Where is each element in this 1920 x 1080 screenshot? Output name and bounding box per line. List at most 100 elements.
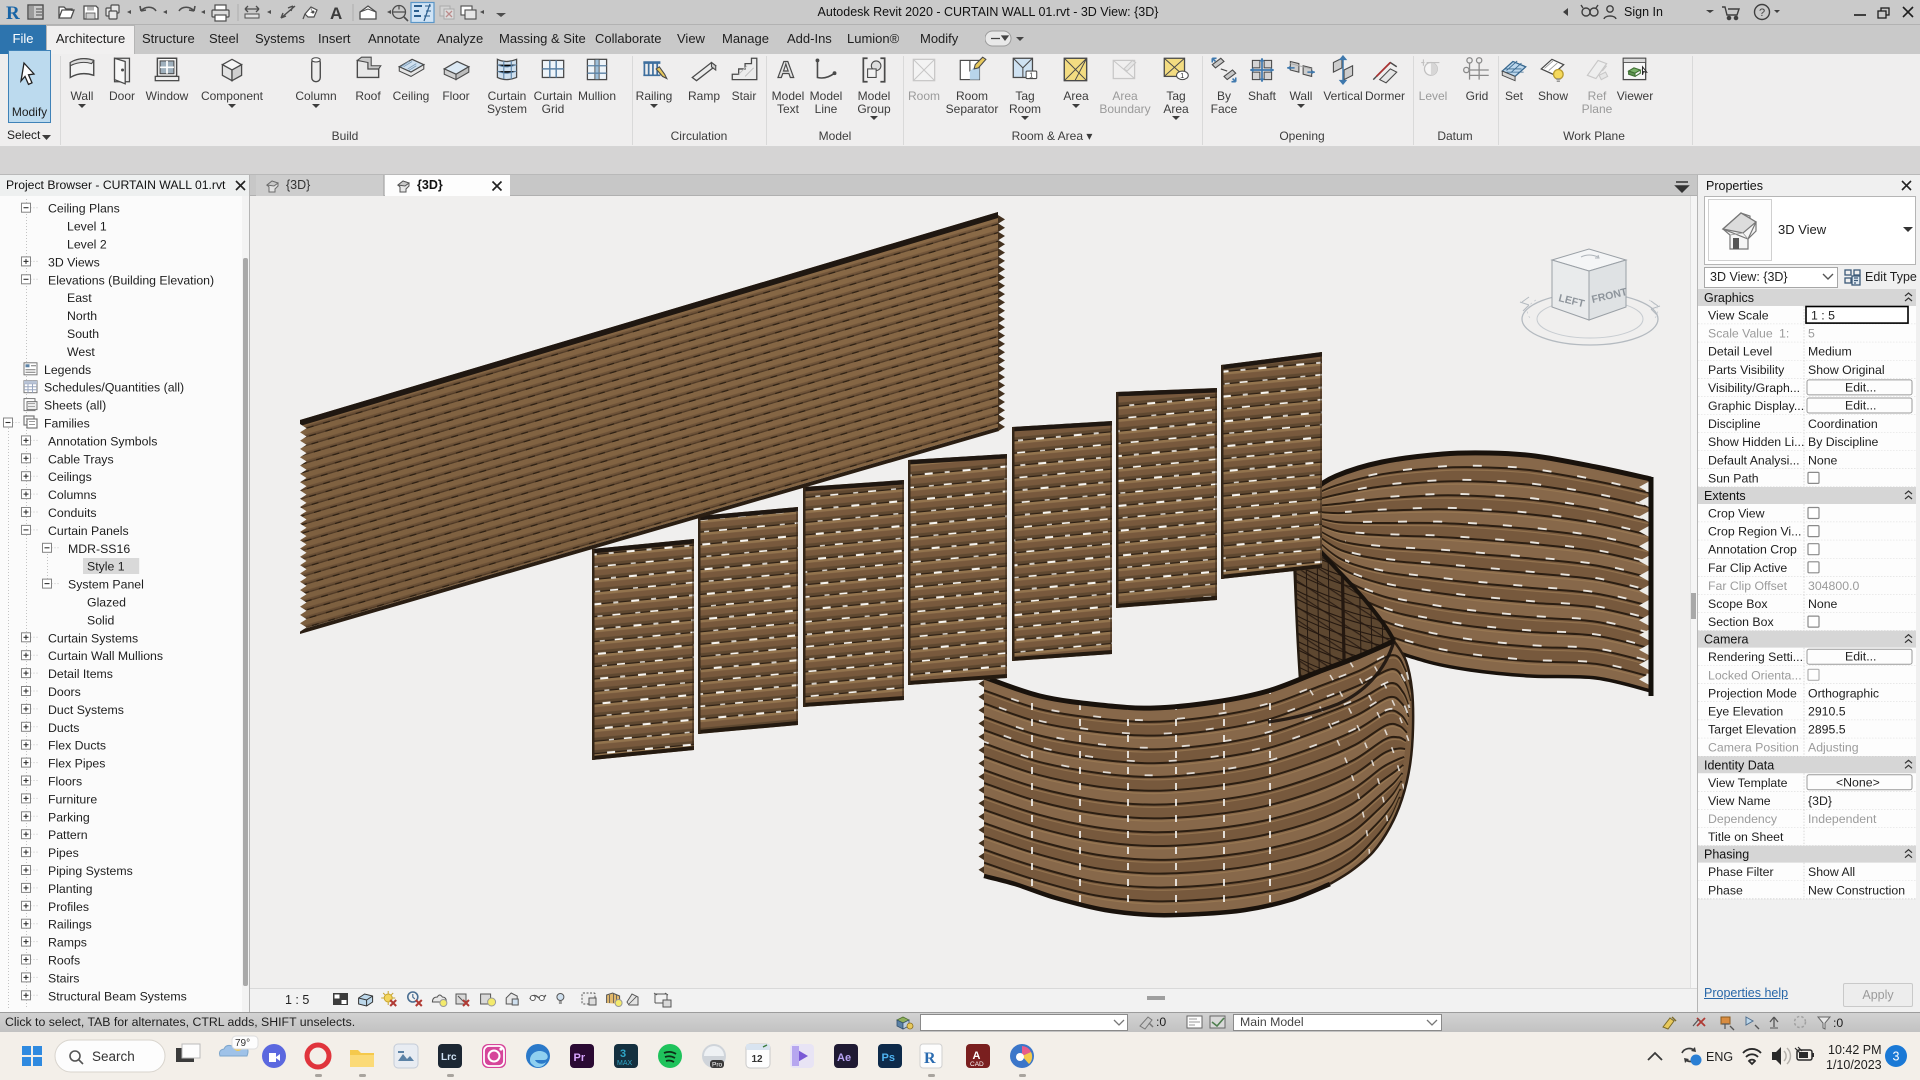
svg-text:Coordination: Coordination bbox=[1808, 417, 1878, 431]
svg-text:R: R bbox=[924, 1050, 936, 1067]
svg-text:Discipline: Discipline bbox=[1708, 417, 1761, 431]
svg-text:Elevations (Building Elevation: Elevations (Building Elevation) bbox=[48, 273, 214, 287]
svg-text:By Discipline: By Discipline bbox=[1808, 435, 1879, 449]
svg-text:Search: Search bbox=[92, 1049, 135, 1064]
svg-text:Style 1: Style 1 bbox=[87, 560, 125, 574]
svg-text:Glazed: Glazed bbox=[87, 596, 126, 610]
svg-text:Railings: Railings bbox=[48, 918, 92, 932]
svg-text:2895.5: 2895.5 bbox=[1808, 723, 1846, 737]
svg-text:View Name: View Name bbox=[1708, 794, 1771, 808]
svg-text:Annotation Symbols: Annotation Symbols bbox=[48, 434, 157, 448]
svg-text:3: 3 bbox=[620, 1048, 626, 1060]
svg-text:1 : 5: 1 : 5 bbox=[1811, 309, 1835, 323]
svg-text:Edit...: Edit... bbox=[1845, 399, 1876, 413]
svg-text:CAD: CAD bbox=[970, 1061, 984, 1068]
svg-text:System Panel: System Panel bbox=[68, 578, 144, 592]
svg-text:3: 3 bbox=[1893, 1050, 1900, 1064]
svg-text:Edit...: Edit... bbox=[1845, 380, 1876, 394]
svg-text:Sheets (all): Sheets (all) bbox=[44, 399, 106, 413]
svg-text:Curtain Wall Mullions: Curtain Wall Mullions bbox=[48, 649, 163, 663]
svg-text:Legends: Legends bbox=[44, 363, 91, 377]
svg-text:ENG: ENG bbox=[1706, 1050, 1733, 1064]
svg-text:Edit...: Edit... bbox=[1845, 650, 1876, 664]
svg-text:Show Original: Show Original bbox=[1808, 363, 1885, 377]
svg-text:Section Box: Section Box bbox=[1708, 615, 1774, 629]
svg-text:Profiles: Profiles bbox=[48, 900, 89, 914]
svg-text:Detail Items: Detail Items bbox=[48, 667, 113, 681]
svg-text:A: A bbox=[777, 56, 794, 82]
svg-text:Duct Systems: Duct Systems bbox=[48, 703, 124, 717]
svg-text:Ducts: Ducts bbox=[48, 721, 79, 735]
svg-text:Scope Box: Scope Box bbox=[1708, 597, 1768, 611]
svg-text:Visibility/Graph...: Visibility/Graph... bbox=[1708, 381, 1800, 395]
svg-text:Detail Level: Detail Level bbox=[1708, 345, 1772, 359]
svg-text:Lrc: Lrc bbox=[441, 1052, 457, 1063]
svg-text:None: None bbox=[1808, 453, 1838, 467]
svg-text:5: 5 bbox=[1808, 327, 1815, 341]
svg-text:Schedules/Quantities (all): Schedules/Quantities (all) bbox=[44, 381, 184, 395]
svg-text:Target Elevation: Target Elevation bbox=[1708, 723, 1796, 737]
svg-text:Graphics: Graphics bbox=[1704, 291, 1754, 305]
svg-text:A: A bbox=[330, 4, 342, 23]
svg-text:Far Clip Offset: Far Clip Offset bbox=[1708, 579, 1788, 593]
svg-text:MAX: MAX bbox=[617, 1060, 633, 1067]
svg-text:Phase Filter: Phase Filter bbox=[1708, 865, 1774, 879]
svg-text:None: None bbox=[1808, 597, 1838, 611]
svg-text:3D Views: 3D Views bbox=[48, 255, 100, 269]
svg-text:Floors: Floors bbox=[48, 775, 82, 789]
svg-text:Curtain Systems: Curtain Systems bbox=[48, 631, 138, 645]
svg-text:Pattern: Pattern bbox=[48, 828, 88, 842]
svg-text:Camera Position: Camera Position bbox=[1708, 741, 1799, 755]
svg-text:Conduits: Conduits bbox=[48, 506, 97, 520]
svg-text:Flex Pipes: Flex Pipes bbox=[48, 757, 105, 771]
svg-text:Crop View: Crop View bbox=[1708, 507, 1765, 521]
svg-text:79°: 79° bbox=[235, 1038, 250, 1049]
svg-text:Solid: Solid bbox=[87, 613, 115, 627]
svg-text:Crop Region Vi...: Crop Region Vi... bbox=[1708, 525, 1801, 539]
svg-text:Phase: Phase bbox=[1708, 883, 1743, 897]
svg-text:Graphic Display...: Graphic Display... bbox=[1708, 399, 1804, 413]
svg-text:Sun Path: Sun Path bbox=[1708, 471, 1759, 485]
svg-text:Ceiling Plans: Ceiling Plans bbox=[48, 202, 120, 216]
svg-text:2910.5: 2910.5 bbox=[1808, 705, 1846, 719]
svg-text:Annotation Crop: Annotation Crop bbox=[1708, 543, 1797, 557]
svg-text:Scale Value: Scale Value bbox=[1708, 327, 1773, 341]
svg-text:Ae: Ae bbox=[837, 1052, 851, 1064]
svg-text:Level 1: Level 1 bbox=[67, 220, 107, 234]
svg-text:Cable Trays: Cable Trays bbox=[48, 452, 114, 466]
svg-text:Ps: Ps bbox=[882, 1052, 895, 1064]
svg-text:Pr: Pr bbox=[574, 1052, 586, 1064]
svg-text:Locked Orienta...: Locked Orienta... bbox=[1708, 668, 1802, 682]
svg-text:<None>: <None> bbox=[1836, 775, 1880, 789]
svg-text:Rendering Setti...: Rendering Setti... bbox=[1708, 650, 1803, 664]
svg-text:?: ? bbox=[1759, 7, 1765, 19]
svg-text:Camera: Camera bbox=[1704, 633, 1749, 647]
svg-text:Orthographic: Orthographic bbox=[1808, 686, 1879, 700]
svg-text:Ceilings: Ceilings bbox=[48, 470, 92, 484]
svg-text:View Template: View Template bbox=[1708, 776, 1788, 790]
svg-text:North: North bbox=[67, 309, 97, 323]
svg-text:Independent: Independent bbox=[1808, 812, 1877, 826]
svg-text:Identity Data: Identity Data bbox=[1704, 758, 1774, 772]
svg-text:View Scale: View Scale bbox=[1708, 309, 1769, 323]
svg-text:Parking: Parking bbox=[48, 810, 90, 824]
svg-text:Piping Systems: Piping Systems bbox=[48, 864, 133, 878]
svg-text:Pro: Pro bbox=[712, 1062, 723, 1069]
svg-text:Adjusting: Adjusting bbox=[1808, 741, 1859, 755]
svg-text:1: 1 bbox=[1180, 73, 1184, 80]
svg-text:Far Clip Active: Far Clip Active bbox=[1708, 561, 1787, 575]
svg-text:1: 1 bbox=[1029, 72, 1033, 79]
svg-text:Show Hidden Li...: Show Hidden Li... bbox=[1708, 435, 1804, 449]
svg-text:12: 12 bbox=[752, 1054, 764, 1065]
svg-text::0: :0 bbox=[1833, 1016, 1843, 1030]
svg-text:Show All: Show All bbox=[1808, 865, 1855, 879]
svg-text:East: East bbox=[67, 291, 92, 305]
svg-text:Eye Elevation: Eye Elevation bbox=[1708, 705, 1783, 719]
svg-text:South: South bbox=[67, 327, 99, 341]
svg-text:West: West bbox=[67, 345, 95, 359]
svg-text:Level 2: Level 2 bbox=[67, 238, 107, 252]
svg-text:New Construction: New Construction bbox=[1808, 883, 1905, 897]
svg-text:Families: Families bbox=[44, 417, 90, 431]
svg-text:Flex Ducts: Flex Ducts bbox=[48, 739, 106, 753]
svg-text:Default Analysi...: Default Analysi... bbox=[1708, 453, 1800, 467]
